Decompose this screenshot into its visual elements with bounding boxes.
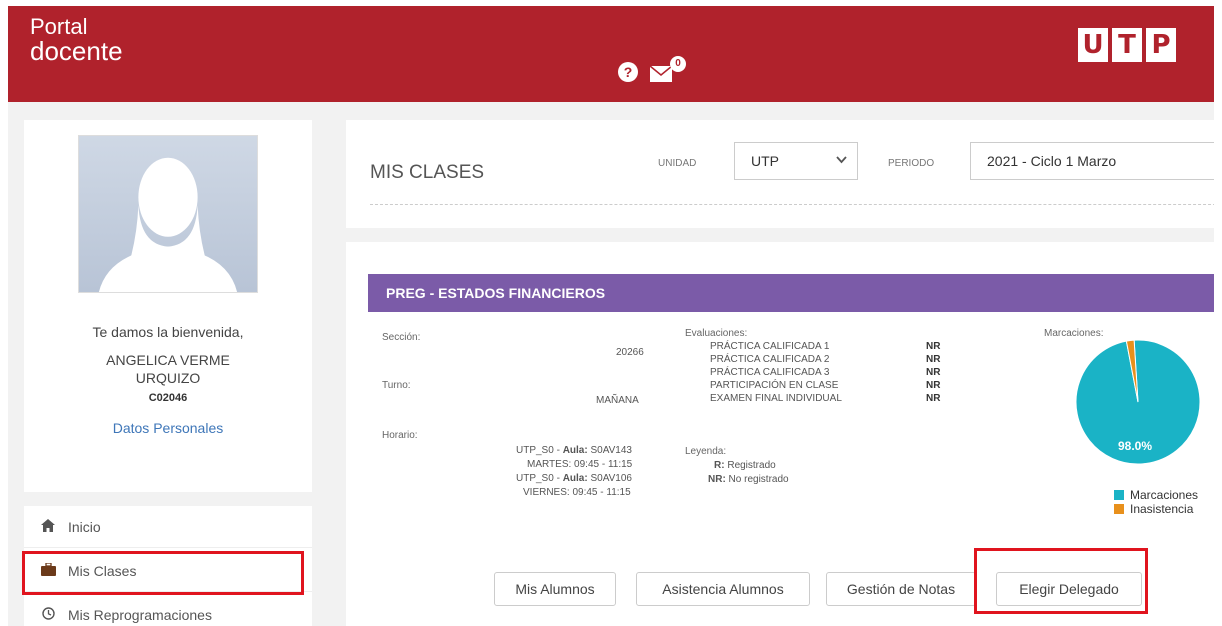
portal-brand[interactable]: Portal docente: [30, 14, 123, 64]
evaluacion-name: PRÁCTICA CALIFICADA 3: [710, 367, 830, 378]
periodo-label: PERIODO: [888, 158, 935, 169]
mis-clases-card: MIS CLASES UNIDAD UTP PERIODO 2021 - Cic…: [346, 120, 1214, 228]
user-name-line1: ANGELICA VERME: [106, 352, 230, 368]
top-header: Portal docente ? 0 U T P: [8, 6, 1214, 102]
evaluacion-name: PRÁCTICA CALIFICADA 2: [710, 354, 830, 365]
evaluaciones-label: Evaluaciones:: [685, 328, 748, 339]
logo-letter-p: P: [1146, 28, 1176, 62]
evaluacion-status: NR: [926, 380, 941, 391]
evaluacion-name: PRÁCTICA CALIFICADA 1: [710, 341, 830, 352]
mail-count-badge: 0: [670, 56, 686, 72]
evaluacion-name: PARTICIPACIÓN EN CLASE: [710, 380, 839, 391]
leyenda-label: Leyenda:: [685, 446, 727, 457]
horario-line: VIERNES: 09:45 - 11:15: [523, 487, 631, 498]
legend-label: Inasistencia: [1130, 502, 1194, 516]
leyenda-item: NR: No registrado: [708, 474, 789, 485]
pie-data-label: 98.0%: [1118, 439, 1153, 453]
evaluacion-status: NR: [926, 393, 941, 404]
seccion-label: Sección:: [382, 332, 421, 343]
chart-legend: Marcaciones Inasistencia: [1114, 488, 1198, 516]
evaluacion-status: NR: [926, 341, 941, 352]
brand-line2: docente: [30, 36, 123, 66]
mis-alumnos-button[interactable]: Mis Alumnos: [494, 572, 616, 606]
evaluacion-name: EXAMEN FINAL INDIVIDUAL: [710, 393, 842, 404]
avatar-silhouette-icon: [98, 157, 238, 292]
periodo-value: 2021 - Ciclo 1 Marzo: [987, 153, 1117, 169]
legend-item-inasistencia: Inasistencia: [1114, 502, 1198, 516]
turno-label: Turno:: [382, 380, 411, 391]
clock-icon: [40, 606, 56, 623]
legend-swatch: [1114, 504, 1124, 514]
horario-line: MARTES: 09:45 - 11:15: [527, 459, 633, 470]
seccion-value: 20266: [616, 347, 644, 358]
chevron-down-icon: [836, 153, 847, 167]
logo-letter-u: U: [1078, 28, 1108, 62]
divider: [370, 204, 1214, 205]
home-icon: [40, 518, 56, 535]
sidebar-item-label: Inicio: [68, 518, 101, 535]
legend-label: Marcaciones: [1130, 488, 1199, 502]
periodo-select[interactable]: 2021 - Ciclo 1 Marzo: [970, 142, 1214, 180]
unidad-label: UNIDAD: [658, 158, 697, 169]
asistencia-alumnos-button[interactable]: Asistencia Alumnos: [636, 572, 810, 606]
sidebar-item-inicio[interactable]: Inicio: [24, 506, 312, 548]
help-icon[interactable]: ?: [618, 62, 638, 82]
profile-card: Te damos la bienvenida, ANGELICA VERME U…: [24, 120, 312, 492]
gestion-notas-button[interactable]: Gestión de Notas: [826, 572, 976, 606]
sidebar-item-label: Mis Reprogramaciones: [68, 606, 212, 623]
user-code: C02046: [148, 392, 188, 404]
highlight-box-mis-clases: [22, 551, 304, 595]
avatar: [78, 135, 258, 293]
horario-label: Horario:: [382, 430, 418, 441]
highlight-box-elegir-delegado: [974, 548, 1148, 614]
page-title: MIS CLASES: [370, 162, 485, 183]
unidad-value: UTP: [751, 153, 779, 169]
datos-personales-link[interactable]: Datos Personales: [24, 420, 312, 436]
user-name-line2: URQUIZO: [135, 370, 201, 386]
evaluacion-status: NR: [926, 367, 941, 378]
legend-swatch: [1114, 490, 1124, 500]
horario-line: UTP_S0 - Aula: S0AV106: [516, 473, 632, 484]
sidebar-item-mis-reprogramaciones[interactable]: Mis Reprogramaciones: [24, 594, 312, 626]
class-title: PREG - ESTADOS FINANCIEROS: [368, 274, 1214, 312]
legend-item-marcaciones: Marcaciones: [1114, 488, 1198, 502]
utp-logo: U T P: [1078, 28, 1176, 62]
horario-line: UTP_S0 - Aula: S0AV143: [516, 445, 632, 456]
evaluacion-status: NR: [926, 354, 941, 365]
unidad-select[interactable]: UTP: [734, 142, 858, 180]
leyenda-item: R: Registrado: [714, 460, 776, 471]
welcome-text: Te damos la bienvenida,: [92, 324, 244, 340]
app-window: Portal docente ? 0 U T P Te damos la bie…: [8, 6, 1214, 626]
turno-value: MAÑANA: [596, 395, 639, 406]
logo-letter-t: T: [1112, 28, 1142, 62]
